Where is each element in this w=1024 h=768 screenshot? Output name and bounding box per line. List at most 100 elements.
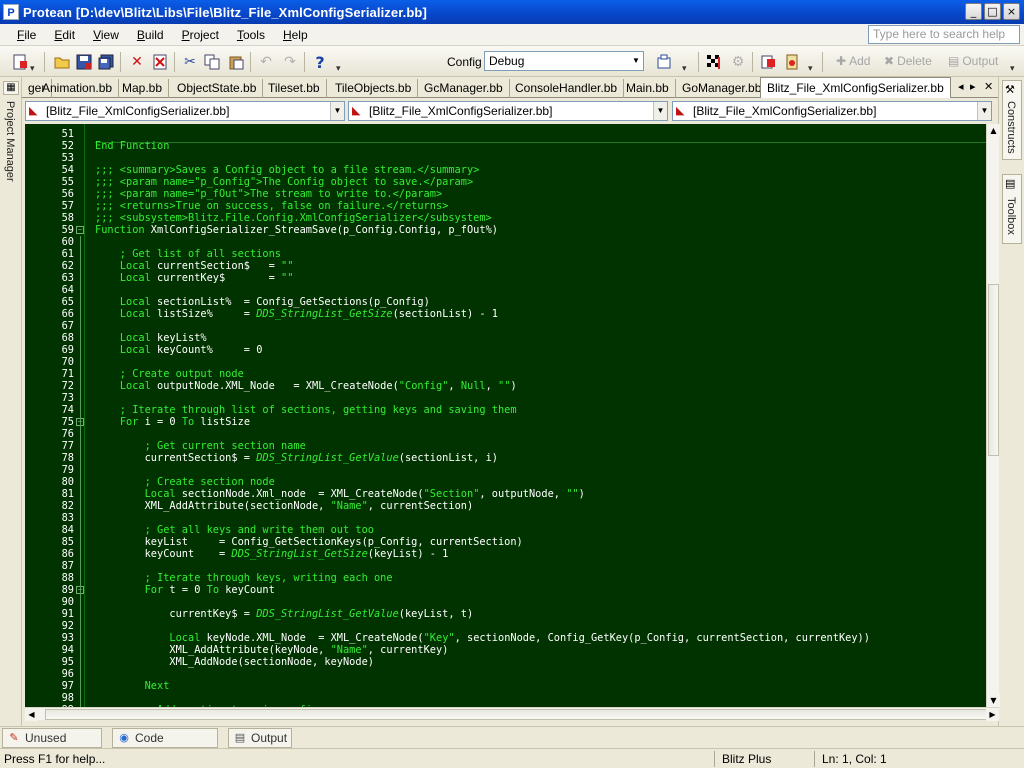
open-folder-icon[interactable] (52, 52, 72, 72)
toolbar-grip[interactable] (1010, 50, 1018, 74)
redo-icon[interactable]: ↷ (280, 52, 300, 72)
close-button[interactable]: × (1003, 3, 1020, 20)
project-manager-icon[interactable]: ▦ (3, 81, 19, 95)
toolbar-grip[interactable] (336, 50, 344, 74)
code-line[interactable]: 65 Local sectionList% = Config_GetSectio… (25, 296, 986, 308)
code-line[interactable]: 57 ;;; <returns>True on success, false on… (25, 200, 986, 212)
code-line[interactable]: 63 Local currentKey$ = "" (25, 272, 986, 284)
code-editor[interactable]: 51 52 End Function 53 54 ;;; <summary>Saves a… (25, 124, 986, 707)
menu-help[interactable]: Help (274, 28, 317, 42)
tab-map[interactable]: Map.bb (116, 79, 170, 98)
code-line[interactable]: 55 ;;; <param name="p_Config">The Config … (25, 176, 986, 188)
code-line[interactable]: 56 ;;; <param name="p_fOut">The stream to… (25, 188, 986, 200)
scroll-up-icon[interactable]: ▲ (987, 124, 1000, 137)
code-line[interactable]: 92 (25, 620, 986, 632)
toolbox-tab[interactable]: ▤ Toolbox (1002, 174, 1022, 244)
code-line[interactable]: 93 Local keyNode.XML_Node = XML_CreateNo… (25, 632, 986, 644)
code-line[interactable]: 53 (25, 152, 986, 164)
debug-run-icon[interactable]: ⚙ (728, 52, 748, 72)
cut-icon[interactable]: ✂ (180, 52, 200, 72)
code-line[interactable]: 59− Function XmlConfigSerializer_StreamSa… (25, 224, 986, 236)
code-line[interactable]: 77 ; Get current section name (25, 440, 986, 452)
maximize-button[interactable]: □ (984, 3, 1001, 20)
tab-animation[interactable]: Animation.bb (36, 79, 120, 98)
menu-view[interactable]: View (84, 28, 128, 42)
code-line[interactable]: 82 XML_AddAttribute(sectionNode, "Name",… (25, 500, 986, 512)
tab-main[interactable]: Main.bb (620, 79, 676, 98)
code-line[interactable]: 70 (25, 356, 986, 368)
code-line[interactable]: 62 Local currentSection$ = "" (25, 260, 986, 272)
code-line[interactable]: 66 Local listSize% = DDS_StringList_GetS… (25, 308, 986, 320)
code-line[interactable]: 78 currentSection$ = DDS_StringList_GetV… (25, 452, 986, 464)
copy-icon[interactable] (202, 52, 222, 72)
vertical-scrollbar[interactable]: ▲ ▼ (986, 124, 1000, 707)
nav-combo-3[interactable]: ◣ [Blitz_File_XmlConfigSerializer.bb] ▼ (672, 101, 992, 121)
output-button[interactable]: ▤ Output (948, 54, 998, 68)
menu-file[interactable]: File (8, 28, 45, 42)
code-line[interactable]: 88 ; Iterate through keys, writing each … (25, 572, 986, 584)
code-line[interactable]: 97 Next (25, 680, 986, 692)
paste-icon[interactable] (226, 52, 246, 72)
code-line[interactable]: 67 (25, 320, 986, 332)
nav-combo-2[interactable]: ◣ [Blitz_File_XmlConfigSerializer.bb] ▼ (348, 101, 668, 121)
code-line[interactable]: 71 ; Create output node (25, 368, 986, 380)
save-icon[interactable] (74, 52, 94, 72)
save-all-icon[interactable] (96, 52, 116, 72)
delete-button[interactable]: ✖ Delete (884, 54, 932, 68)
scroll-right-icon[interactable]: ▶ (986, 708, 999, 721)
project-manager-tab[interactable]: Project Manager (4, 101, 16, 182)
output-tab[interactable]: ▤ Output (228, 728, 292, 748)
menu-edit[interactable]: Edit (45, 28, 84, 42)
tab-consolehandler[interactable]: ConsoleHandler.bb (509, 79, 625, 98)
code-line[interactable]: 72 Local outputNode.XML_Node = XML_Creat… (25, 380, 986, 392)
horizontal-scrollbar[interactable]: ◀ ▶ (25, 707, 999, 721)
undo-icon[interactable]: ↶ (256, 52, 276, 72)
tab-objectstate[interactable]: ObjectState.bb (171, 79, 264, 98)
code-line[interactable]: 84 ; Get all keys and write them out too (25, 524, 986, 536)
config-select[interactable]: Debug ▼ (484, 51, 644, 71)
fold-toggle-icon[interactable]: − (76, 226, 84, 234)
tab-gcmanager[interactable]: GcManager.bb (418, 79, 510, 98)
code-line[interactable]: 60 (25, 236, 986, 248)
code-line[interactable]: 89− For t = 0 To keyCount (25, 584, 986, 596)
vertical-scroll-thumb[interactable] (988, 284, 999, 456)
menu-project[interactable]: Project (173, 28, 228, 42)
tab-gomanager[interactable]: GoManager.bb (676, 79, 769, 98)
debug-icon[interactable] (782, 52, 802, 72)
help-search-input[interactable]: Type here to search help (868, 25, 1020, 44)
scroll-left-icon[interactable]: ◀ (25, 708, 38, 721)
tab-tileset[interactable]: Tileset.bb (262, 79, 327, 98)
code-line[interactable]: 52 End Function (25, 140, 986, 152)
new-file-dropdown[interactable] (30, 50, 38, 74)
code-line[interactable]: 54 ;;; <summary>Saves a Config object to … (25, 164, 986, 176)
toolbar-grip[interactable] (682, 50, 690, 74)
code-line[interactable]: 96 (25, 668, 986, 680)
code-line[interactable]: 64 (25, 284, 986, 296)
code-line[interactable]: 68 Local keyList% (25, 332, 986, 344)
nav-combo-1[interactable]: ◣ [Blitz_File_XmlConfigSerializer.bb] ▼ (25, 101, 345, 121)
run-icon[interactable] (704, 52, 724, 72)
tab-active-file[interactable]: Blitz_File_XmlConfigSerializer.bb (760, 77, 951, 98)
code-line[interactable]: 94 XML_AddAttribute(keyNode, "Name", cur… (25, 644, 986, 656)
code-line[interactable]: 85 keyList = Config_GetSectionKeys(p_Con… (25, 536, 986, 548)
code-line[interactable]: 81 Local sectionNode.Xml_node = XML_Crea… (25, 488, 986, 500)
code-line[interactable]: 61 ; Get list of all sections (25, 248, 986, 260)
code-line[interactable]: 51 (25, 128, 986, 140)
code-line[interactable]: 86 keyCount = DDS_StringList_GetSize(key… (25, 548, 986, 560)
code-line[interactable]: 95 XML_AddNode(sectionNode, keyNode) (25, 656, 986, 668)
scroll-down-icon[interactable]: ▼ (987, 694, 1000, 707)
constructs-tab[interactable]: ⚒ Constructs (1002, 80, 1022, 160)
menu-tools[interactable]: Tools (228, 28, 274, 42)
new-file-icon[interactable] (10, 52, 30, 72)
code-line[interactable]: 80 ; Create section node (25, 476, 986, 488)
close-all-icon[interactable] (150, 52, 170, 72)
tab-tileobjects[interactable]: TileObjects.bb (329, 79, 419, 98)
code-archives-tab[interactable]: ◉ Code Archives (112, 728, 218, 764)
code-line[interactable]: 98 (25, 692, 986, 704)
code-line[interactable]: 75− For i = 0 To listSize (25, 416, 986, 428)
code-line[interactable]: 76 (25, 428, 986, 440)
tab-scroll-right-icon[interactable]: ▸ (970, 80, 976, 93)
code-line[interactable]: 83 (25, 512, 986, 524)
add-button[interactable]: ✚ Add (836, 54, 870, 68)
code-line[interactable]: 90 (25, 596, 986, 608)
